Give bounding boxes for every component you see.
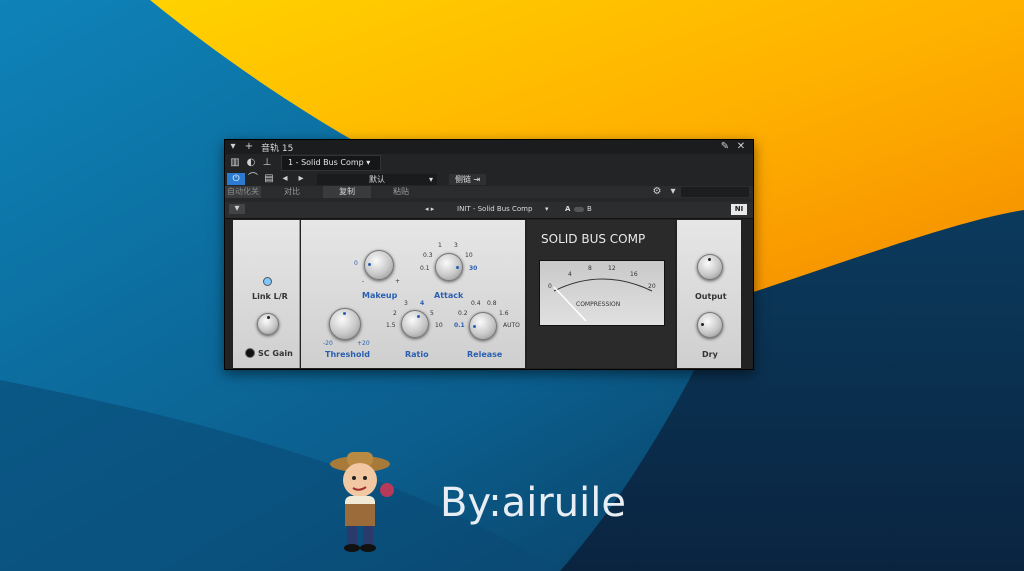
- compression-meter: 0 4 8 12 16 20 COMPRESSION: [539, 260, 665, 326]
- attack-scale-3: 3: [454, 242, 458, 249]
- release-label: Release: [467, 350, 503, 359]
- makeup-scale-plus: +: [395, 278, 401, 285]
- plugin-title: SOLID BUS COMP: [541, 232, 646, 246]
- plugin-window: ▾ + 音轨 15 ✎ ✕ ▥ ◐ ⊥ 1 - Solid Bus Comp ▾…: [224, 139, 754, 370]
- attack-scale-10: 10: [465, 252, 473, 259]
- meter-scale-4: 4: [568, 271, 572, 278]
- ratio-scale-4: 4: [420, 300, 425, 307]
- attack-scale-0.3: 0.3: [423, 252, 433, 259]
- threshold-scale-min: -20: [323, 340, 333, 347]
- cartoon-mascot-image: [330, 452, 394, 552]
- watermark-text: By:airuile: [440, 480, 626, 526]
- ab-b-label[interactable]: B: [587, 205, 592, 213]
- meter-scale-20: 20: [648, 283, 656, 290]
- meter-scale-8: 8: [588, 265, 592, 272]
- release-scale-0.8: 0.8: [487, 300, 497, 307]
- meter-scale-16: 16: [630, 271, 638, 278]
- expand-field: [681, 187, 749, 197]
- sidechain-panel: Link L/R SC Gain: [233, 220, 300, 368]
- attack-knob[interactable]: [435, 253, 463, 281]
- attack-scale-1: 1: [438, 242, 442, 249]
- threshold-knob[interactable]: [329, 308, 361, 340]
- ratio-knob[interactable]: [401, 310, 429, 338]
- release-scale-auto: AUTO: [503, 322, 520, 329]
- prev-preset-icon[interactable]: ◂: [277, 173, 293, 185]
- chevron-down-icon[interactable]: ▾: [665, 186, 681, 198]
- preset-toolbar: ⏻ ⌒ ▤ ◂ ▸ 默认 ▾ 侧链 ⇥: [225, 172, 753, 186]
- automation-off-button[interactable]: 自动化关: [225, 186, 261, 198]
- makeup-scale-zero: 0: [354, 260, 358, 267]
- ratio-scale-5: 5: [430, 310, 434, 317]
- ratio-scale-1.5: 1.5: [386, 322, 396, 329]
- meter-scale-12: 12: [608, 265, 616, 272]
- mixer-icon[interactable]: ▥: [227, 157, 243, 169]
- attack-scale-0.1: 0.1: [420, 265, 430, 272]
- meter-needle: [553, 278, 653, 322]
- compare-button[interactable]: 对比: [263, 186, 321, 198]
- settings-gear-icon[interactable]: ⚙: [649, 186, 665, 198]
- paste-button[interactable]: 粘贴: [377, 186, 425, 198]
- add-icon[interactable]: +: [241, 141, 257, 153]
- solid-bus-comp-plugin: ▾ ◂ ▸ INIT - Solid Bus Comp ▾ A B NI Lin…: [225, 202, 753, 369]
- power-button[interactable]: ⏻: [227, 173, 245, 185]
- sidechain-button[interactable]: 侧链 ⇥: [449, 173, 487, 185]
- ratio-scale-2: 2: [393, 310, 397, 317]
- pin-icon[interactable]: ✎: [717, 141, 733, 153]
- meter-panel: SOLID BUS COMP 0 4 8 12 16 20 COMPRESSIO…: [527, 220, 675, 368]
- close-icon[interactable]: ✕: [733, 141, 749, 153]
- link-lr-led[interactable]: [263, 277, 272, 286]
- monitor-icon[interactable]: ⌒: [245, 173, 261, 185]
- insert-toolbar: ▥ ◐ ⊥ 1 - Solid Bus Comp ▾: [225, 154, 753, 172]
- attack-scale-30: 30: [469, 265, 478, 272]
- dry-label: Dry: [702, 350, 718, 359]
- link-lr-label: Link L/R: [252, 292, 288, 301]
- sc-gain-knob[interactable]: [257, 313, 279, 335]
- collapse-icon[interactable]: ▾: [225, 141, 241, 153]
- attack-label: Attack: [434, 291, 464, 300]
- preset-slot-select[interactable]: 1 - Solid Bus Comp ▾: [281, 155, 381, 171]
- plugin-preset-chevron-icon[interactable]: ▾: [545, 205, 549, 213]
- ab-toggle-switch[interactable]: [574, 207, 584, 212]
- release-scale-1.6: 1.6: [499, 310, 509, 317]
- release-scale-0.1: 0.1: [454, 322, 465, 329]
- output-panel: Output Dry: [677, 220, 741, 368]
- output-knob[interactable]: [697, 254, 723, 280]
- meter-label: COMPRESSION: [576, 301, 621, 308]
- action-buttons: 自动化关 对比 复制 粘贴 ⚙ ▾: [225, 186, 753, 198]
- compressor-controls-panel: 0 - + Makeup 1 3 0.3 10 0.1 30 Attack -2…: [301, 220, 525, 368]
- sc-gain-toggle[interactable]: [245, 348, 255, 358]
- edit-icon[interactable]: ◐: [243, 157, 259, 169]
- routing-icon[interactable]: ⊥: [259, 157, 275, 169]
- ratio-label: Ratio: [405, 350, 429, 359]
- default-preset-select[interactable]: 默认 ▾: [317, 173, 437, 185]
- release-knob[interactable]: [469, 312, 497, 340]
- sc-gain-label: SC Gain: [258, 349, 293, 358]
- native-instruments-logo: NI: [731, 204, 747, 215]
- preset-list-icon[interactable]: ▤: [261, 173, 277, 185]
- ratio-scale-3: 3: [404, 300, 408, 307]
- track-title: 音轨 15: [261, 143, 294, 154]
- copy-button[interactable]: 复制: [323, 186, 371, 198]
- window-titlebar: ▾ + 音轨 15 ✎ ✕: [225, 140, 753, 154]
- threshold-scale-max: +20: [357, 340, 370, 347]
- plugin-menu-icon[interactable]: ▾: [229, 204, 245, 214]
- meter-scale-0: 0: [548, 283, 552, 290]
- plugin-header: ▾ ◂ ▸ INIT - Solid Bus Comp ▾ A B NI: [225, 202, 753, 219]
- ratio-scale-10: 10: [435, 322, 443, 329]
- ab-a-label[interactable]: A: [565, 205, 570, 213]
- makeup-knob[interactable]: [364, 250, 394, 280]
- next-preset-icon[interactable]: ▸: [293, 173, 309, 185]
- release-scale-0.2: 0.2: [458, 310, 468, 317]
- makeup-label: Makeup: [362, 291, 398, 300]
- prev-next-preset-icon[interactable]: ◂ ▸: [425, 205, 434, 213]
- release-scale-0.4: 0.4: [471, 300, 481, 307]
- output-label: Output: [695, 292, 727, 301]
- dry-knob[interactable]: [697, 312, 723, 338]
- threshold-label: Threshold: [325, 350, 370, 359]
- plugin-preset-name[interactable]: INIT - Solid Bus Comp: [457, 205, 532, 213]
- makeup-scale-minus: -: [362, 278, 365, 285]
